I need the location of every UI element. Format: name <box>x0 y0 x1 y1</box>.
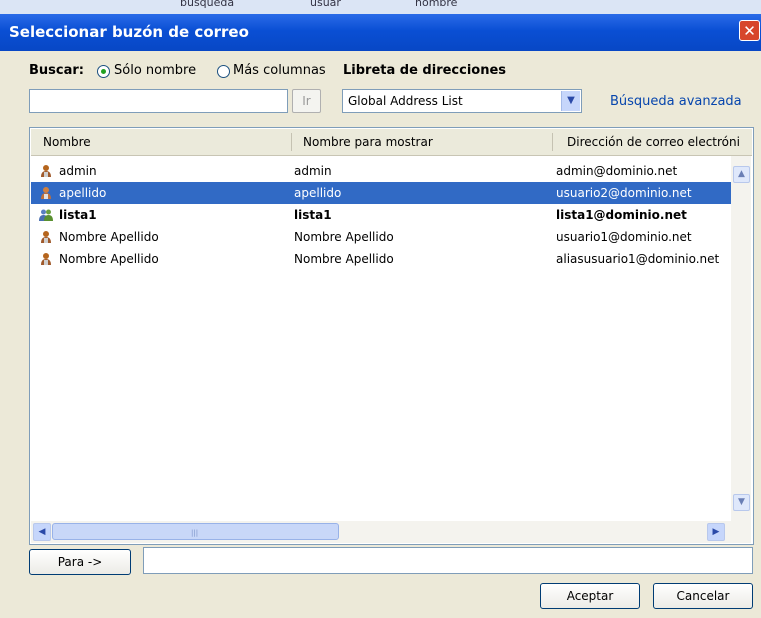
address-book-label: Libreta de direcciones <box>343 63 507 78</box>
radio-name-only[interactable] <box>97 65 110 78</box>
background-text: búsqueda <box>180 0 235 9</box>
user-icon <box>41 231 51 243</box>
cell-name: Nombre Apellido <box>59 252 159 266</box>
cell-display-name: Nombre Apellido <box>294 230 394 244</box>
title-bar[interactable]: Seleccionar buzón de correo <box>0 14 761 51</box>
horizontal-scroll-thumb[interactable]: ||| <box>52 523 339 540</box>
column-divider[interactable] <box>291 133 292 151</box>
column-divider[interactable] <box>552 133 553 151</box>
background-window-strip: búsqueda usuar nombre <box>0 0 761 14</box>
select-mailbox-dialog: búsqueda usuar nombre Seleccionar buzón … <box>0 0 761 618</box>
cell-display-name: Nombre Apellido <box>294 252 394 266</box>
radio-more-columns-label[interactable]: Más columnas <box>233 63 326 78</box>
search-input[interactable] <box>29 89 288 113</box>
radio-name-only-label[interactable]: Sólo nombre <box>114 63 196 78</box>
scroll-up-button[interactable]: ▲ <box>733 166 750 183</box>
window-title: Seleccionar buzón de correo <box>9 23 249 41</box>
table-row[interactable]: apellido apellido usuario2@dominio.net <box>31 182 732 204</box>
background-text: usuar <box>310 0 341 9</box>
cell-name: Nombre Apellido <box>59 230 159 244</box>
cell-name: lista1 <box>59 208 97 222</box>
background-text: nombre <box>415 0 458 9</box>
go-button[interactable]: Ir <box>292 89 321 113</box>
user-icon <box>41 165 51 177</box>
cell-email: usuario2@dominio.net <box>556 186 692 200</box>
to-field[interactable] <box>143 547 753 574</box>
scroll-left-button[interactable]: ◀ <box>33 523 51 541</box>
table-row[interactable]: lista1 lista1 lista1@dominio.net <box>31 204 732 226</box>
radio-selected-dot <box>101 69 106 74</box>
cell-display-name: apellido <box>294 186 342 200</box>
cell-display-name: admin <box>294 164 332 178</box>
results-list[interactable]: Nombre Nombre para mostrar Dirección de … <box>29 127 754 545</box>
table-row[interactable]: Nombre Apellido Nombre Apellido usuario1… <box>31 226 732 248</box>
horizontal-scrollbar[interactable]: ◀ ||| ▶ <box>31 521 751 543</box>
column-header-email[interactable]: Dirección de correo electróni <box>567 135 740 149</box>
user-icon <box>41 187 51 199</box>
address-book-select[interactable]: Global Address List ▼ <box>342 89 582 113</box>
scroll-right-button[interactable]: ▶ <box>707 523 725 541</box>
cell-display-name: lista1 <box>294 208 332 222</box>
cell-email: lista1@dominio.net <box>556 208 687 222</box>
cancel-button[interactable]: Cancelar <box>653 583 753 609</box>
close-button[interactable]: ✕ <box>739 20 760 41</box>
group-icon <box>39 209 53 221</box>
address-book-selected-value: Global Address List <box>348 94 463 108</box>
cell-email: admin@dominio.net <box>556 164 678 178</box>
search-label: Buscar: <box>29 63 84 78</box>
cell-name: admin <box>59 164 97 178</box>
column-header-name[interactable]: Nombre <box>43 135 91 149</box>
radio-more-columns[interactable] <box>217 65 230 78</box>
close-icon: ✕ <box>743 22 756 40</box>
scroll-down-button[interactable]: ▼ <box>733 494 750 511</box>
ok-button[interactable]: Aceptar <box>540 583 640 609</box>
column-header-display-name[interactable]: Nombre para mostrar <box>303 135 433 149</box>
user-icon <box>41 253 51 265</box>
list-header: Nombre Nombre para mostrar Dirección de … <box>31 129 752 156</box>
vertical-scrollbar[interactable]: ▲ ▼ <box>731 156 751 522</box>
to-button[interactable]: Para -> <box>29 549 131 575</box>
advanced-search-link[interactable]: Búsqueda avanzada <box>610 94 742 109</box>
cell-email: usuario1@dominio.net <box>556 230 692 244</box>
table-row[interactable]: admin admin admin@dominio.net <box>31 160 732 182</box>
scroll-grip-icon: ||| <box>191 529 199 537</box>
cell-name: apellido <box>59 186 107 200</box>
table-row[interactable]: Nombre Apellido Nombre Apellido aliasusu… <box>31 248 732 270</box>
cell-email: aliasusuario1@dominio.net <box>556 252 720 266</box>
chevron-down-icon[interactable]: ▼ <box>561 91 580 111</box>
